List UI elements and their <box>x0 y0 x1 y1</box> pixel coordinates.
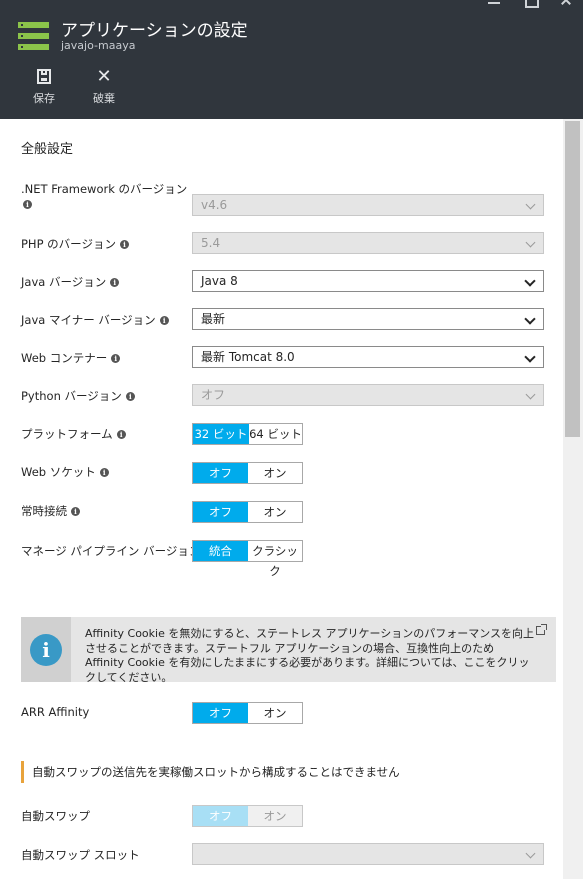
java-label: Java バージョン i <box>21 274 120 290</box>
always-on-on-option[interactable]: オン <box>248 502 302 522</box>
web-container-label: Web コンテナー i <box>21 350 121 366</box>
info-icon: i <box>30 634 62 666</box>
minimize-icon[interactable] <box>488 0 502 6</box>
info-icon[interactable]: i <box>71 507 80 516</box>
save-icon <box>24 67 64 87</box>
auto-swap-off-option: オフ <box>193 806 248 826</box>
chevron-down-icon <box>525 237 536 248</box>
close-icon: ✕ <box>96 66 112 87</box>
chevron-down-icon <box>524 275 536 287</box>
auto-swap-on-option: オン <box>248 806 302 826</box>
save-label: 保存 <box>33 92 55 105</box>
netfx-label: .NET Framework のバージョン i <box>21 182 188 209</box>
arr-affinity-label: ARR Affinity <box>21 705 90 719</box>
web-container-select[interactable]: 最新 Tomcat 8.0 <box>192 346 544 368</box>
discard-label: 破棄 <box>93 92 115 105</box>
arr-affinity-on-option[interactable]: オン <box>248 703 302 723</box>
app-service-icon <box>18 22 49 50</box>
java-select[interactable]: Java 8 <box>192 270 544 292</box>
always-on-toggle[interactable]: オフ オン <box>192 501 303 523</box>
always-on-label: 常時接続 i <box>21 503 80 519</box>
python-select: オフ <box>192 384 544 406</box>
websocket-toggle[interactable]: オフ オン <box>192 462 303 484</box>
pipeline-label: マネージ パイプライン バージョン <box>21 544 201 558</box>
save-button[interactable]: 保存 <box>24 67 64 106</box>
maximize-icon[interactable] <box>525 0 539 8</box>
scrollbar-thumb[interactable] <box>565 121 580 437</box>
auto-swap-label: 自動スワップ <box>21 809 90 823</box>
auto-swap-toggle: オフ オン <box>192 805 303 827</box>
java-minor-value: 最新 <box>201 312 226 326</box>
java-value: Java 8 <box>201 274 238 288</box>
arr-affinity-toggle[interactable]: オフ オン <box>192 702 303 724</box>
java-minor-select[interactable]: 最新 <box>192 308 544 330</box>
netfx-select: v4.6 <box>192 194 544 216</box>
info-icon[interactable]: i <box>111 354 121 363</box>
netfx-value: v4.6 <box>201 198 228 212</box>
chevron-down-icon <box>525 389 536 400</box>
info-icon[interactable]: i <box>125 392 135 401</box>
info-icon[interactable]: i <box>99 468 109 477</box>
external-link-icon[interactable] <box>536 624 547 635</box>
discard-button[interactable]: ✕ 破棄 <box>84 67 124 106</box>
websocket-label: Web ソケット i <box>21 464 109 480</box>
php-select: 5.4 <box>192 232 544 254</box>
info-icon[interactable]: i <box>23 200 32 209</box>
auto-swap-slot-label: 自動スワップ スロット <box>21 848 140 862</box>
chevron-down-icon <box>525 199 536 210</box>
info-box-icon-strip: i <box>21 617 71 682</box>
info-icon[interactable]: i <box>110 278 120 287</box>
section-title-general: 全般設定 <box>21 142 74 157</box>
arr-affinity-off-option[interactable]: オフ <box>193 703 248 723</box>
auto-swap-slot-select <box>192 843 544 865</box>
platform-toggle[interactable]: 32 ビット 64 ビット <box>192 423 303 445</box>
php-value: 5.4 <box>201 236 221 250</box>
python-label: Python バージョン i <box>21 388 135 404</box>
pipeline-classic-option[interactable]: クラシック <box>248 541 302 578</box>
chevron-down-icon <box>525 848 536 859</box>
php-label: PHP のバージョン i <box>21 236 129 252</box>
websocket-on-option[interactable]: オン <box>248 463 302 483</box>
info-icon[interactable]: i <box>119 240 129 249</box>
info-icon[interactable]: i <box>116 430 126 439</box>
chevron-down-icon <box>524 351 536 363</box>
chevron-down-icon <box>524 313 536 325</box>
platform-label: プラットフォーム i <box>21 426 126 442</box>
info-icon[interactable]: i <box>159 316 169 325</box>
platform-64bit-option[interactable]: 64 ビット <box>249 424 302 444</box>
websocket-off-option[interactable]: オフ <box>193 463 248 483</box>
python-value: オフ <box>201 388 226 402</box>
web-container-value: 最新 Tomcat 8.0 <box>201 350 295 364</box>
java-minor-label: Java マイナー バージョン i <box>21 312 169 328</box>
blade-subtitle: javajo-maaya <box>61 39 136 52</box>
pipeline-integrated-option[interactable]: 統合 <box>193 541 248 561</box>
pipeline-toggle[interactable]: 統合 クラシック <box>192 540 303 578</box>
affinity-info-box[interactable]: i Affinity Cookie を無効にすると、ステートレス アプリケーショ… <box>21 617 556 685</box>
blade-title: アプリケーションの設定 <box>61 21 248 41</box>
auto-swap-warning: 自動スワップの送信先を実稼働スロットから構成することはできません <box>21 761 400 783</box>
always-on-off-option[interactable]: オフ <box>193 502 248 522</box>
affinity-info-text[interactable]: Affinity Cookie を無効にすると、ステートレス アプリケーションの… <box>85 627 535 685</box>
platform-32bit-option[interactable]: 32 ビット <box>193 424 249 444</box>
blade-header: アプリケーションの設定 javajo-maaya 保存 ✕ 破棄 <box>0 0 583 119</box>
window-close-icon[interactable] <box>560 0 574 6</box>
